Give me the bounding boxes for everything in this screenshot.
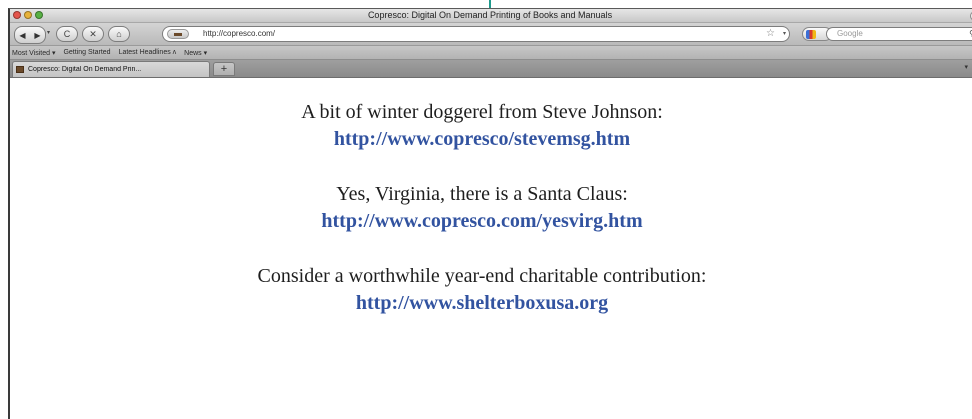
- site-identity-icon[interactable]: [167, 29, 189, 39]
- url-dropdown-icon[interactable]: ▾: [783, 27, 786, 41]
- entry-description: Consider a worthwhile year-end charitabl…: [257, 265, 707, 287]
- favicon-icon: [16, 66, 24, 73]
- page-content: A bit of winter doggerel from Steve John…: [0, 83, 964, 345]
- navigation-toolbar: ◀ ▶ ▾ C ✕ ⌂ http://copresco.com/ ☆ ▾ Goo…: [10, 23, 972, 46]
- google-logo-icon: [806, 30, 816, 39]
- home-button[interactable]: ⌂: [108, 26, 130, 42]
- reload-button[interactable]: C: [56, 26, 78, 42]
- entry-link[interactable]: http://www.copresco.com/yesvirg.htm: [0, 207, 964, 235]
- content-entry: Consider a worthwhile year-end charitabl…: [0, 263, 964, 317]
- search-input[interactable]: Google ⚲: [826, 27, 972, 41]
- back-icon[interactable]: ◀: [19, 31, 25, 40]
- tab-list-dropdown-icon[interactable]: ▾: [964, 63, 968, 71]
- decorative-line: [489, 0, 491, 8]
- forward-icon[interactable]: ▶: [34, 31, 40, 40]
- entry-description: Yes, Virginia, there is a Santa Claus:: [336, 183, 628, 205]
- title-bar: Copresco: Digital On Demand Printing of …: [10, 9, 972, 23]
- bookmark-getting-started[interactable]: Getting Started: [63, 49, 110, 56]
- home-icon: ⌂: [116, 29, 122, 39]
- content-entry: Yes, Virginia, there is a Santa Claus: h…: [0, 181, 964, 235]
- reload-icon: C: [63, 29, 71, 39]
- content-entry: A bit of winter doggerel from Steve John…: [0, 99, 964, 153]
- bookmark-latest-headlines[interactable]: Latest Headlines ʌ: [119, 49, 177, 56]
- url-bar[interactable]: http://copresco.com/ ☆ ▾: [162, 26, 790, 42]
- search-placeholder: Google: [837, 29, 863, 38]
- tab-strip: Copresco: Digital On Demand Prin... + ▾: [10, 60, 972, 78]
- url-text[interactable]: http://copresco.com/: [203, 27, 275, 41]
- bookmark-news[interactable]: News ▾: [184, 49, 207, 57]
- bookmarks-bar: Most Visited ▾ Getting Started Latest He…: [10, 46, 972, 60]
- tab-title: Copresco: Digital On Demand Prin...: [28, 66, 142, 73]
- bookmark-most-visited[interactable]: Most Visited ▾: [12, 49, 55, 57]
- tab-copresco[interactable]: Copresco: Digital On Demand Prin...: [12, 61, 210, 77]
- back-forward-group: ◀ ▶: [14, 26, 46, 44]
- new-tab-button[interactable]: +: [213, 62, 235, 76]
- stop-button[interactable]: ✕: [82, 26, 104, 42]
- entry-link[interactable]: http://www.shelterboxusa.org: [0, 289, 964, 317]
- stop-icon: ✕: [89, 28, 97, 39]
- entry-link[interactable]: http://www.copresco/stevemsg.htm: [0, 125, 964, 153]
- entry-description: A bit of winter doggerel from Steve John…: [301, 101, 663, 123]
- history-dropdown-icon[interactable]: ▾: [47, 29, 50, 36]
- bookmark-star-icon[interactable]: ☆: [766, 27, 775, 41]
- window-title: Copresco: Digital On Demand Printing of …: [367, 10, 613, 20]
